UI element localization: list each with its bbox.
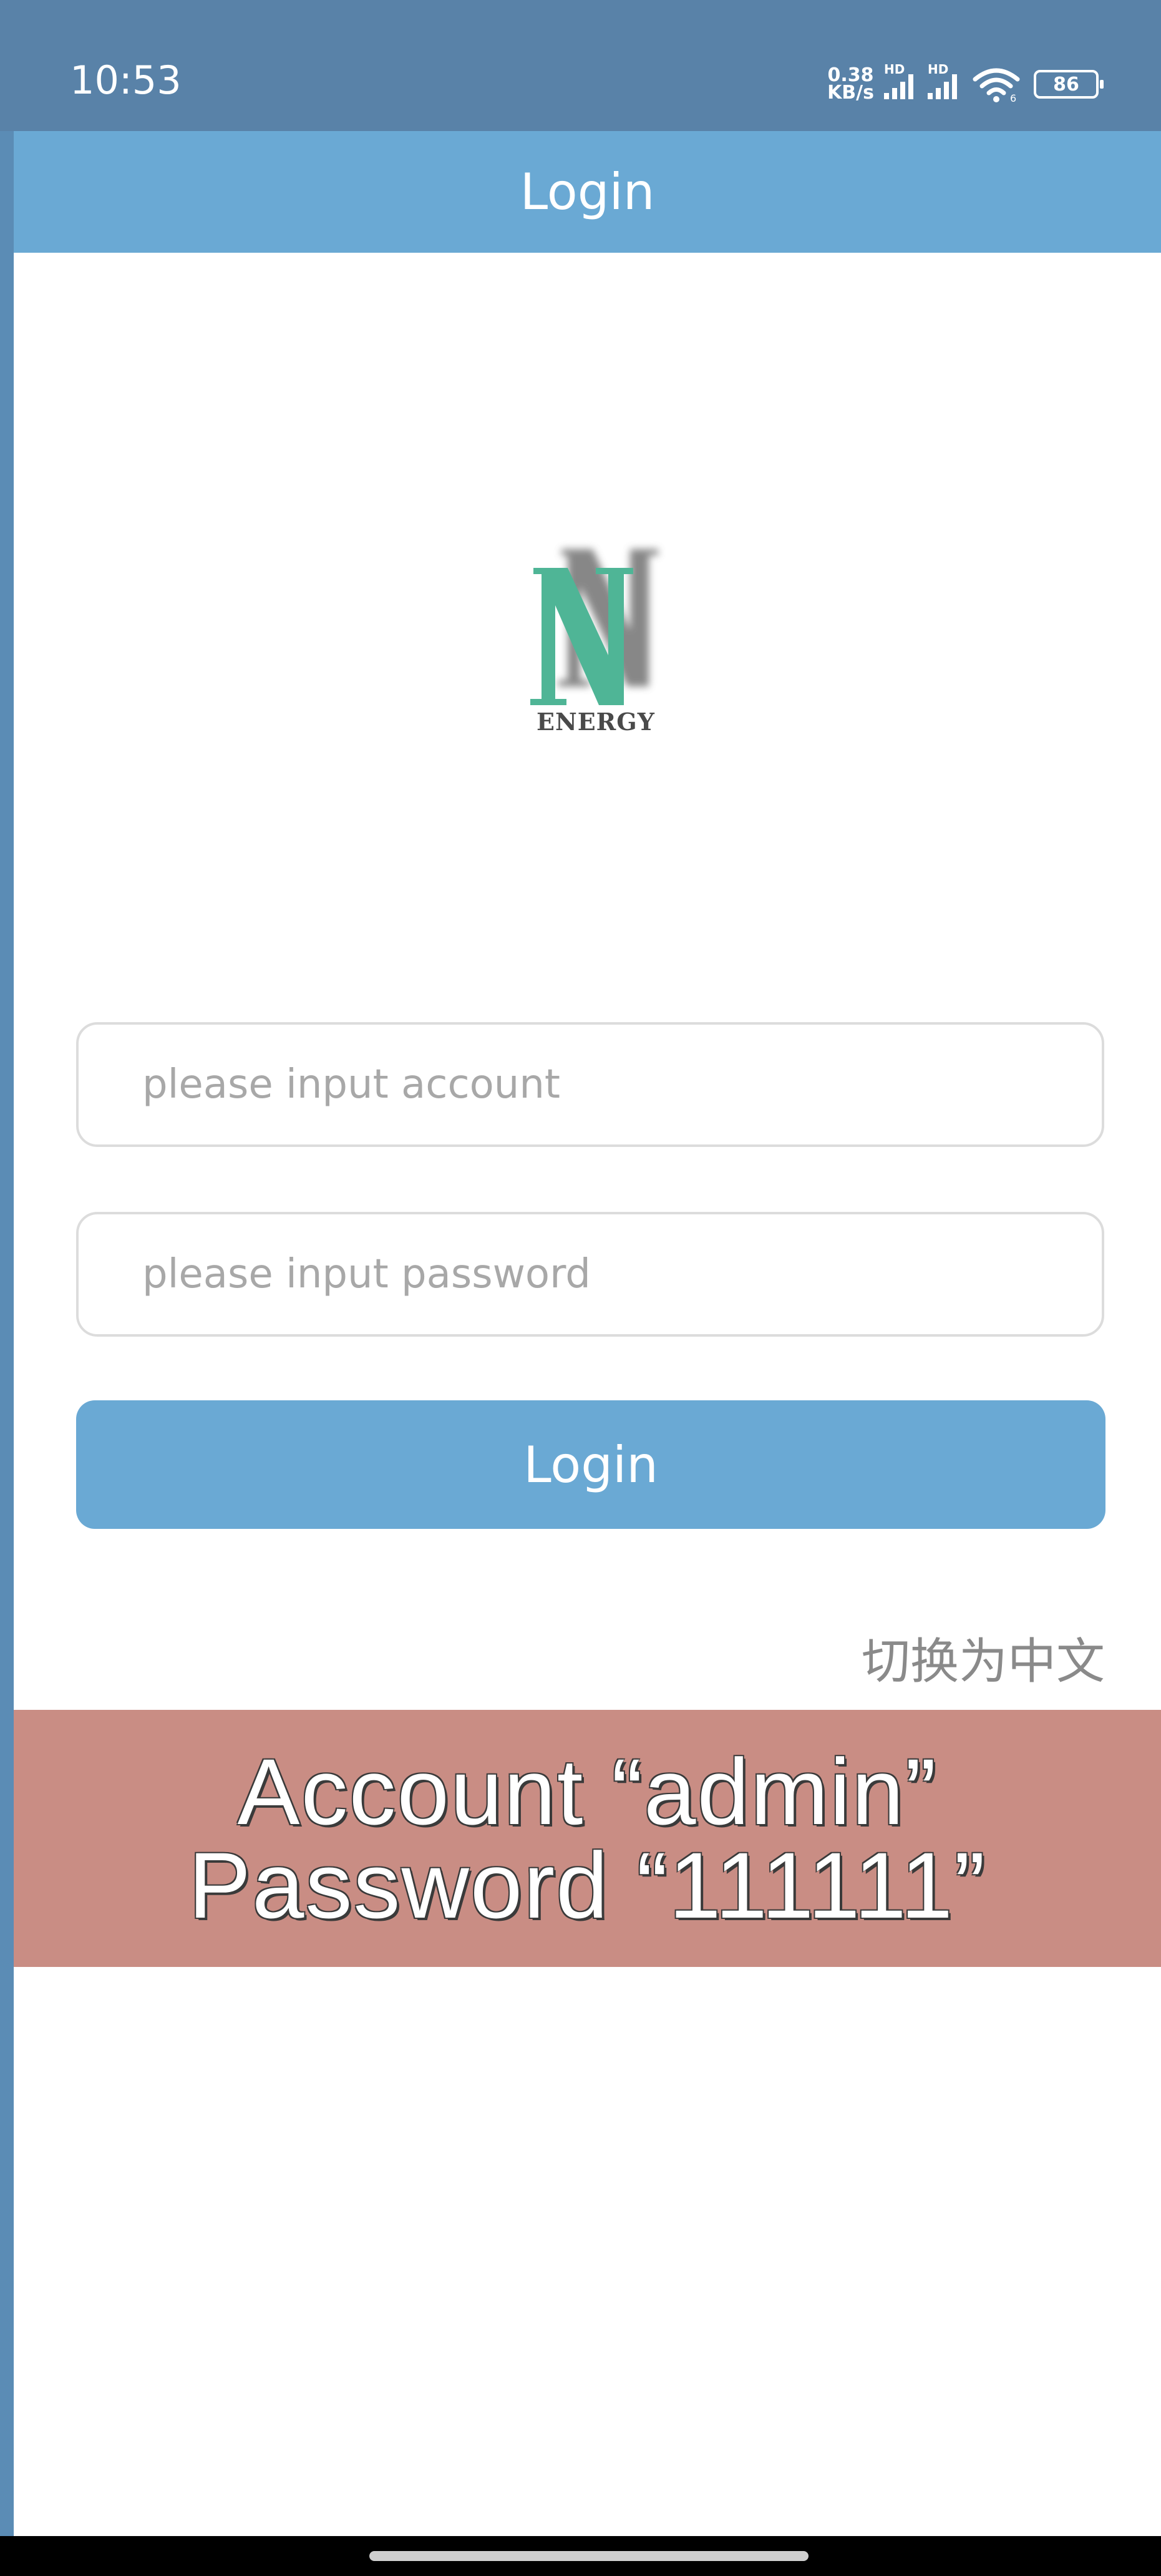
home-indicator[interactable] — [369, 2551, 809, 2561]
status-indicators: 0.38 KB/s HD HD 6 86 — [827, 62, 1104, 106]
battery-level: 86 — [1053, 73, 1079, 95]
password-input[interactable] — [141, 1251, 1102, 1298]
logo-text: ENERGY — [537, 708, 655, 736]
account-field[interactable] — [76, 1022, 1104, 1147]
credentials-password-text: Password “111111” — [188, 1833, 987, 1938]
battery-icon: 86 — [1034, 70, 1104, 99]
login-button[interactable]: Login — [76, 1400, 1105, 1529]
signal-hd-label: HD — [884, 62, 905, 77]
signal-icon: HD — [928, 63, 960, 99]
app-bar: Login — [14, 131, 1161, 253]
network-speed-unit: KB/s — [827, 82, 874, 104]
password-field[interactable] — [76, 1212, 1104, 1337]
energy-logo: ENERGY — [530, 549, 658, 736]
status-bar: 10:53 0.38 KB/s HD HD 6 86 — [0, 0, 1161, 131]
credentials-banner: Account “admin” Password “111111” — [14, 1710, 1161, 1967]
account-input[interactable] — [141, 1061, 1102, 1108]
login-button-label: Login — [523, 1435, 658, 1494]
signal-icon: HD — [884, 63, 916, 99]
language-switch-link[interactable]: 切换为中文 — [862, 1622, 1105, 1692]
wifi-label: 6 — [1010, 92, 1016, 103]
status-time: 10:53 — [70, 57, 182, 103]
left-edge — [0, 0, 14, 2536]
network-speed: 0.38 KB/s — [827, 66, 874, 104]
wifi-icon: 6 — [973, 68, 1020, 103]
page-title: Login — [520, 163, 655, 221]
phone-screen: 10:53 0.38 KB/s HD HD 6 86 Login ENERGY … — [0, 0, 1161, 2576]
credentials-account-text: Account “admin” — [237, 1739, 938, 1844]
signal-hd-label: HD — [928, 62, 949, 77]
